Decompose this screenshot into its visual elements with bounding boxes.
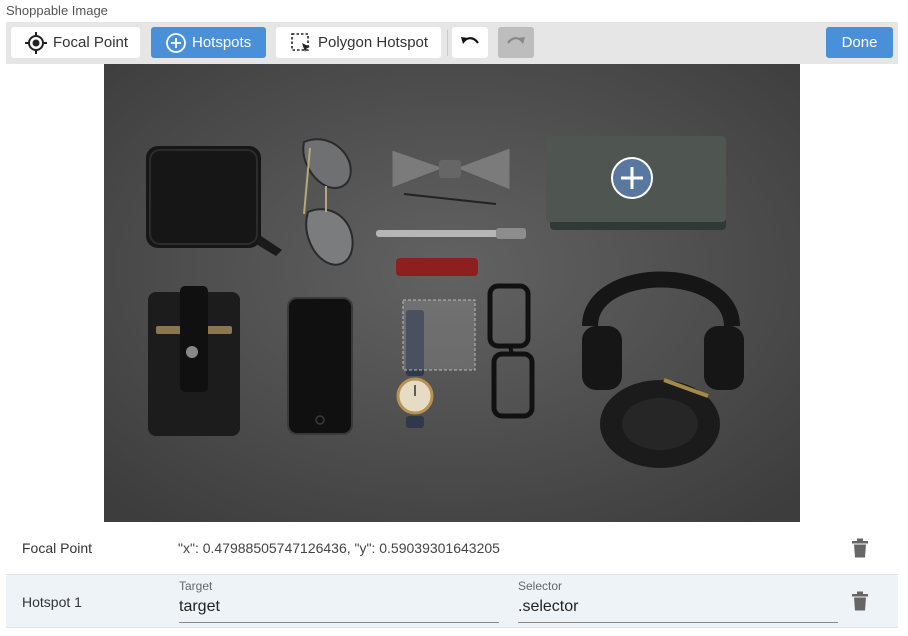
redo-icon bbox=[504, 31, 528, 55]
selector-field: Selector bbox=[518, 579, 838, 623]
focal-point-button-label: Focal Point bbox=[53, 34, 129, 51]
crosshair-icon bbox=[24, 31, 48, 55]
toolbar: Focal Point Hotspots Polygon Hotspot Don… bbox=[6, 22, 898, 64]
polygon-hotspot-button-label: Polygon Hotspot bbox=[318, 34, 429, 51]
selector-input[interactable] bbox=[518, 595, 838, 619]
done-button[interactable]: Done bbox=[826, 27, 893, 58]
polygon-select-icon bbox=[289, 31, 313, 55]
focal-point-row-label: Focal Point bbox=[22, 540, 93, 556]
card-holder-item bbox=[148, 286, 240, 436]
delete-hotspot-trash-icon[interactable] bbox=[851, 591, 869, 611]
polygon-hotspot-region[interactable] bbox=[402, 299, 476, 371]
hotspot-row-label: Hotspot 1 bbox=[22, 594, 82, 610]
target-field-label: Target bbox=[179, 579, 213, 593]
plus-circle-icon bbox=[164, 31, 188, 55]
focal-point-row: Focal Point "x": 0.47988505747126436, "y… bbox=[6, 523, 898, 575]
toolbar-divider bbox=[447, 30, 448, 56]
undo-button[interactable] bbox=[452, 27, 488, 58]
target-field: Target bbox=[179, 579, 499, 623]
flat-lay-accessories-photo bbox=[104, 64, 800, 522]
hotspot-marker[interactable] bbox=[611, 157, 653, 199]
phone-item bbox=[287, 297, 353, 435]
hotspots-button[interactable]: Hotspots bbox=[151, 27, 266, 58]
focal-point-coordinates: "x": 0.47988505747126436, "y": 0.5903930… bbox=[178, 540, 500, 556]
app-title: Shoppable Image bbox=[6, 3, 108, 18]
undo-icon bbox=[458, 31, 482, 55]
lip-balm-item bbox=[396, 258, 478, 276]
hotspots-button-label: Hotspots bbox=[192, 34, 252, 51]
hotspot-row: Hotspot 1 Target Selector bbox=[6, 575, 898, 628]
redo-button[interactable] bbox=[498, 27, 534, 58]
polygon-hotspot-button[interactable]: Polygon Hotspot bbox=[276, 27, 441, 58]
image-canvas[interactable] bbox=[104, 64, 800, 522]
selector-field-label: Selector bbox=[518, 579, 563, 593]
target-input[interactable] bbox=[179, 595, 499, 619]
delete-focal-point-trash-icon[interactable] bbox=[851, 538, 869, 558]
focal-point-button[interactable]: Focal Point bbox=[11, 27, 140, 58]
